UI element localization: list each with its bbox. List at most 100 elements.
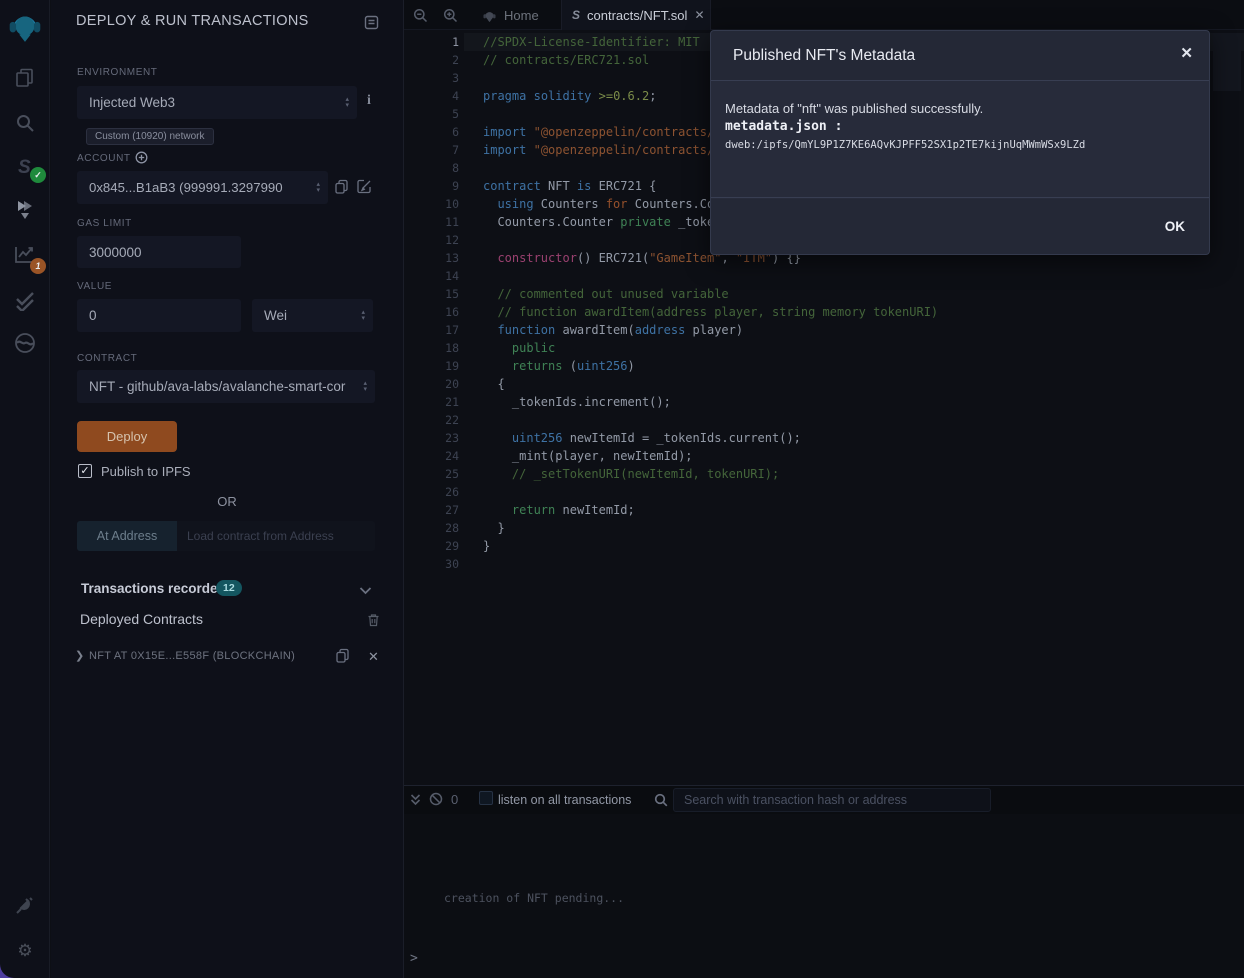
copy-account-icon[interactable]	[334, 179, 349, 200]
value-field	[77, 299, 241, 332]
home-tab-logo-icon	[482, 8, 497, 23]
edit-account-icon[interactable]	[357, 179, 372, 199]
environment-value: Injected Web3	[89, 86, 339, 119]
modal-header: Published NFT's Metadata ✕	[711, 31, 1209, 81]
deployed-contracts-label: Deployed Contracts	[80, 611, 203, 627]
code-line: // commented out unused variable	[483, 285, 938, 303]
line-number: 16	[404, 303, 459, 321]
at-address-button[interactable]: At Address	[77, 521, 177, 551]
line-number: 24	[404, 447, 459, 465]
tab-close-icon[interactable]: ✕	[694, 8, 704, 22]
select-arrows-icon: ▴▾	[316, 182, 320, 194]
at-address-input[interactable]	[177, 521, 375, 551]
line-number: 8	[404, 159, 459, 177]
value-label: VALUE	[77, 281, 112, 292]
listen-all-label: listen on all transactions	[498, 793, 631, 807]
add-account-icon[interactable]	[135, 151, 148, 169]
remix-ide-app: S ✓ 1	[0, 0, 1244, 978]
line-number: 25	[404, 465, 459, 483]
code-line: // _setTokenURI(newItemId, tokenURI);	[483, 465, 938, 483]
value-unit-select[interactable]: Wei ▴▾	[252, 299, 373, 332]
ok-button[interactable]: OK	[1153, 213, 1197, 240]
plugin-manager-icon[interactable]	[0, 895, 50, 919]
terminal-log-line: creation of NFT pending...	[444, 891, 624, 905]
publish-ipfs-label: Publish to IPFS	[101, 464, 191, 479]
settings-icon[interactable]: ⚙	[0, 941, 50, 961]
line-number: 13	[404, 249, 459, 267]
line-number: 22	[404, 411, 459, 429]
gas-limit-field	[77, 236, 241, 268]
code-line: _mint(player, newItemId);	[483, 447, 938, 465]
remove-contract-icon[interactable]: ✕	[368, 649, 379, 665]
deployed-item-label: NFT AT 0X15E...E558F (BLOCKCHAIN)	[89, 650, 295, 662]
environment-info-icon[interactable]: i	[367, 93, 371, 109]
gas-limit-input[interactable]	[77, 236, 241, 268]
code-line	[483, 555, 938, 573]
transactions-recorded-label: Transactions recorded	[81, 581, 226, 596]
deploy-run-panel: DEPLOY & RUN TRANSACTIONS ENVIRONMENT In…	[51, 0, 403, 978]
select-arrows-icon: ▴▾	[345, 97, 349, 109]
line-number: 15	[404, 285, 459, 303]
remix-logo-icon[interactable]	[0, 6, 50, 44]
code-line: }	[483, 519, 938, 537]
deploy-button[interactable]: Deploy	[77, 421, 177, 452]
value-unit: Wei	[264, 299, 287, 332]
file-explorer-icon[interactable]	[0, 67, 50, 89]
code-line: {	[483, 375, 938, 393]
tab-file-nft-sol[interactable]: S contracts/NFT.sol ✕	[561, 0, 711, 30]
tab-home-label: Home	[504, 8, 539, 23]
line-number: 4	[404, 87, 459, 105]
listen-all-checkbox[interactable]	[479, 791, 493, 805]
line-number: 18	[404, 339, 459, 357]
environment-label: ENVIRONMENT	[77, 67, 158, 78]
line-number: 12	[404, 231, 459, 249]
modal-file-label: metadata.json :	[725, 119, 842, 134]
trash-icon[interactable]	[367, 613, 380, 632]
analytics-notification-badge: 1	[30, 258, 46, 274]
transactions-chevron-down-icon[interactable]	[359, 582, 372, 600]
panel-title: DEPLOY & RUN TRANSACTIONS	[76, 13, 309, 29]
line-number: 1	[404, 33, 459, 51]
network-badge: Custom (10920) network	[86, 128, 214, 145]
sourcify-icon[interactable]	[0, 331, 50, 355]
copy-contract-icon[interactable]	[335, 648, 350, 669]
line-number: 29	[404, 537, 459, 555]
line-number: 26	[404, 483, 459, 501]
modal-close-icon[interactable]: ✕	[1180, 44, 1193, 62]
solidity-file-icon: S	[572, 8, 580, 22]
code-line	[483, 267, 938, 285]
expand-terminal-icon[interactable]	[409, 793, 422, 811]
modal-ipfs-uri: dweb:/ipfs/QmYL9P1Z7KE6AQvKJPFF52SX1p2TE…	[725, 139, 1085, 151]
zoom-out-icon[interactable]	[413, 8, 428, 28]
deployed-item-expand-icon[interactable]: ❯	[75, 649, 84, 662]
account-label: ACCOUNT	[77, 153, 131, 164]
line-number: 20	[404, 375, 459, 393]
clear-console-icon[interactable]	[429, 792, 443, 811]
code-line: _tokenIds.increment();	[483, 393, 938, 411]
zoom-in-icon[interactable]	[443, 8, 458, 28]
environment-select[interactable]: Injected Web3 ▴▾	[77, 86, 357, 119]
contract-select[interactable]: NFT - github/ava-labs/avalanche-smart-co…	[77, 370, 375, 403]
publish-ipfs-checkbox[interactable]	[78, 464, 92, 478]
line-number: 3	[404, 69, 459, 87]
search-icon[interactable]	[0, 112, 50, 134]
terminal-search-input[interactable]	[673, 788, 991, 812]
code-line: function awardItem(address player)	[483, 321, 938, 339]
tab-home[interactable]: Home	[474, 0, 547, 30]
line-number: 10	[404, 195, 459, 213]
account-value: 0x845...B1aB3 (999991.3297990	[89, 171, 307, 204]
line-number: 6	[404, 123, 459, 141]
editor-scrollbar[interactable]	[1213, 33, 1241, 91]
modal-title: Published NFT's Metadata	[733, 47, 915, 65]
line-number: 17	[404, 321, 459, 339]
value-input[interactable]	[77, 299, 241, 332]
unit-testing-icon[interactable]	[0, 287, 50, 311]
code-line: return newItemId;	[483, 501, 938, 519]
compile-success-badge-icon: ✓	[30, 167, 46, 183]
code-line: public	[483, 339, 938, 357]
published-metadata-modal: Published NFT's Metadata ✕ Metadata of "…	[710, 30, 1210, 255]
account-select[interactable]: 0x845...B1aB3 (999991.3297990 ▴▾	[77, 171, 328, 204]
documentation-icon[interactable]	[364, 15, 379, 35]
deploy-run-icon[interactable]	[0, 198, 50, 222]
code-line: // function awardItem(address player, st…	[483, 303, 938, 321]
